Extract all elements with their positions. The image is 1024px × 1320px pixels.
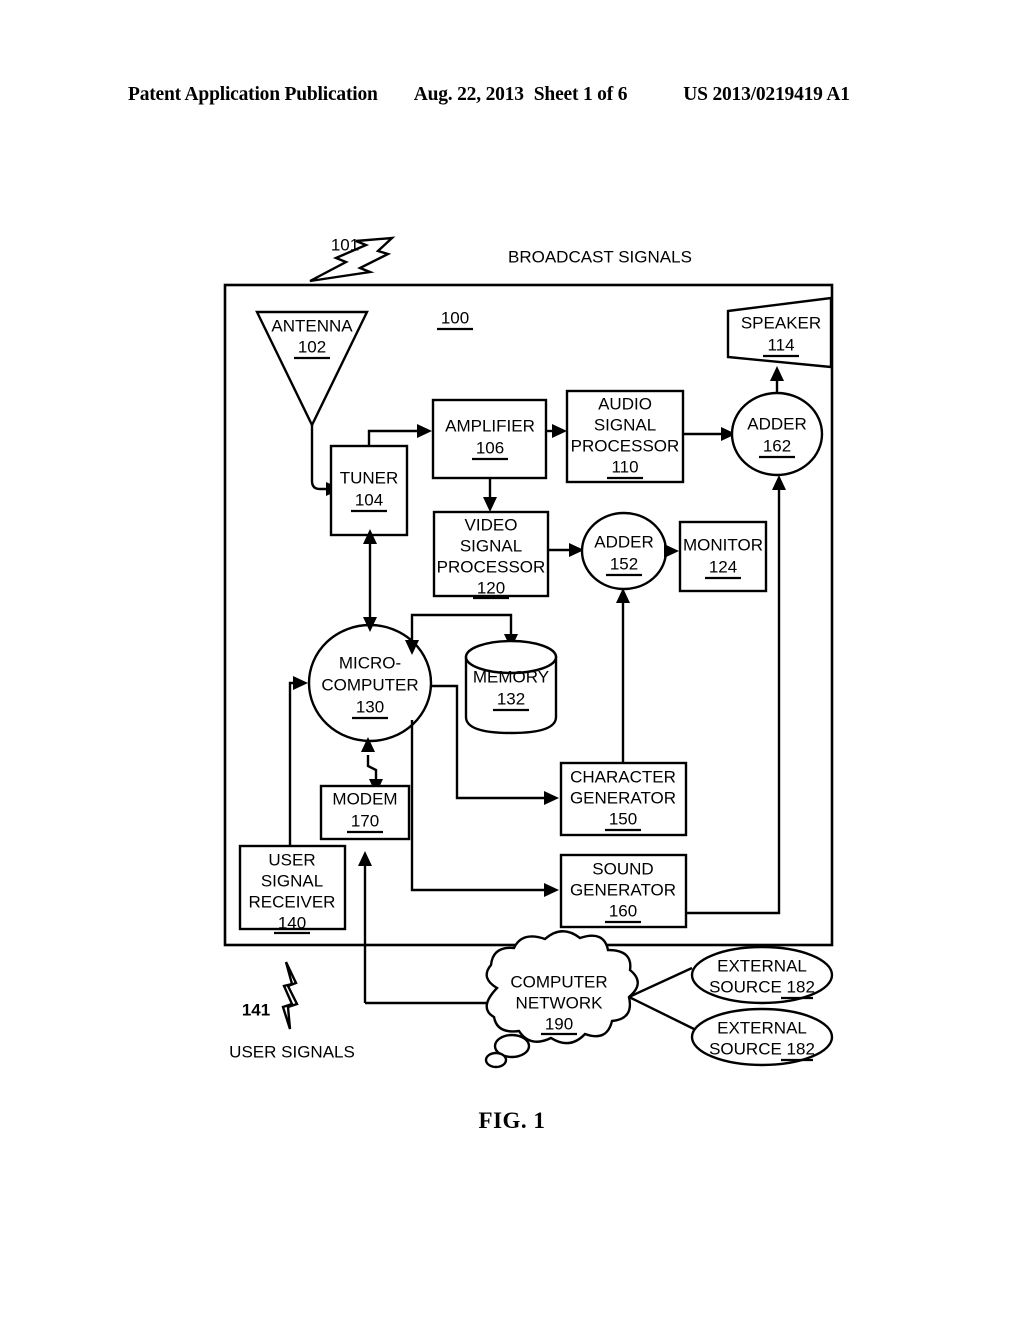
- modem-label: MODEM: [332, 789, 397, 808]
- tuner-label: TUNER: [340, 468, 399, 487]
- sound-generator-line1: SOUND: [592, 859, 653, 878]
- adder-162-label: ADDER: [747, 414, 807, 433]
- arrowhead-amplifier-to-video: [483, 497, 497, 512]
- adder-162-circle: [730, 391, 824, 477]
- computer-network-ref: 190: [545, 1014, 573, 1033]
- wire-tuner-to-amplifier: [367, 429, 421, 446]
- speaker-label: SPEAKER: [741, 313, 821, 332]
- figure-caption: FIG. 1: [478, 1108, 546, 1133]
- user-receiver-line2: SIGNAL: [261, 871, 323, 890]
- wire-microcomputer-modem-zigzag: [366, 755, 378, 782]
- antenna-ref: 102: [298, 337, 326, 356]
- computer-network-line1: COMPUTER: [510, 972, 607, 991]
- audio-processor-line2: SIGNAL: [594, 415, 656, 434]
- memory-label: MEMORY: [473, 667, 549, 686]
- patent-figure-page: Patent Application Publication Aug. 22, …: [0, 0, 1024, 1320]
- wire-microcomputer-to-memory: [410, 613, 513, 643]
- wire-microcomputer-to-sound-generator: [410, 720, 548, 892]
- speaker-ref: 114: [767, 335, 794, 354]
- user-signals-label: USER SIGNALS: [229, 1042, 355, 1061]
- audio-processor-ref: 110: [611, 457, 638, 476]
- arrowhead-user-receiver-to-microcomputer: [293, 676, 308, 690]
- modem-ref: 170: [351, 811, 379, 830]
- arrowhead-tuner-to-amplifier: [417, 424, 432, 438]
- video-processor-line3: PROCESSOR: [437, 557, 546, 576]
- microcomputer-line2: COMPUTER: [321, 675, 418, 694]
- tuner-ref: 104: [355, 490, 383, 509]
- character-generator-ref: 150: [609, 809, 637, 828]
- user-receiver-line1: USER: [268, 850, 315, 869]
- sound-generator-line2: GENERATOR: [570, 880, 676, 899]
- arrowhead-to-sound-generator: [544, 883, 559, 897]
- amplifier-ref: 106: [476, 438, 504, 457]
- character-generator-line1: CHARACTER: [570, 767, 676, 786]
- adder-152-ref: 152: [610, 554, 638, 573]
- audio-processor-line1: AUDIO: [598, 394, 652, 413]
- broadcast-ref-label: 101: [331, 235, 359, 254]
- user-receiver-ref: 140: [278, 913, 306, 932]
- character-generator-line2: GENERATOR: [570, 788, 676, 807]
- video-processor-line2: SIGNAL: [460, 536, 522, 555]
- video-processor-line1: VIDEO: [465, 515, 518, 534]
- arrowhead-adder152-to-monitor: [664, 544, 679, 558]
- microcomputer-line1: MICRO-: [339, 653, 401, 672]
- memory-ref: 132: [497, 689, 525, 708]
- adder-162-ref: 162: [763, 436, 791, 455]
- monitor-ref: 124: [709, 557, 737, 576]
- arrowhead-sound-to-adder162: [772, 475, 786, 490]
- video-processor-ref: 120: [477, 578, 505, 597]
- computer-network-line2: NETWORK: [516, 993, 604, 1012]
- arrowhead-amplifier-to-audio: [552, 424, 567, 438]
- cloud-bubble-small: [484, 1051, 508, 1069]
- system-ref-label: 100: [441, 308, 469, 327]
- monitor-label: MONITOR: [683, 535, 763, 554]
- user-signals-ref-label: 141: [242, 1000, 270, 1019]
- amplifier-label: AMPLIFIER: [445, 416, 535, 435]
- sound-generator-ref: 160: [609, 901, 637, 920]
- arrowhead-adder162-to-speaker: [770, 366, 784, 381]
- adder-152-label: ADDER: [594, 532, 654, 551]
- arrowhead-to-character-generator: [544, 791, 559, 805]
- external-source-1-line1: EXTERNAL: [717, 956, 807, 975]
- external-source-2-line1: EXTERNAL: [717, 1018, 807, 1037]
- user-signals-bolt-icon: [281, 961, 299, 1030]
- wire-antenna-to-tuner: [310, 425, 330, 491]
- wire-network-to-external-source-2: [628, 995, 695, 1031]
- antenna-label: ANTENNA: [271, 316, 353, 335]
- external-source-2-line2: SOURCE 182: [709, 1039, 815, 1058]
- arrowhead-character-to-adder152: [616, 588, 630, 603]
- external-source-1-line2: SOURCE 182: [709, 977, 815, 996]
- microcomputer-ref: 130: [356, 697, 384, 716]
- wire-user-receiver-to-microcomputer: [288, 681, 297, 846]
- arrowhead-network-to-modem: [358, 851, 372, 866]
- user-receiver-line3: RECEIVER: [249, 892, 336, 911]
- audio-processor-line3: PROCESSOR: [571, 436, 680, 455]
- broadcast-signals-label: BROADCAST SIGNALS: [508, 247, 692, 266]
